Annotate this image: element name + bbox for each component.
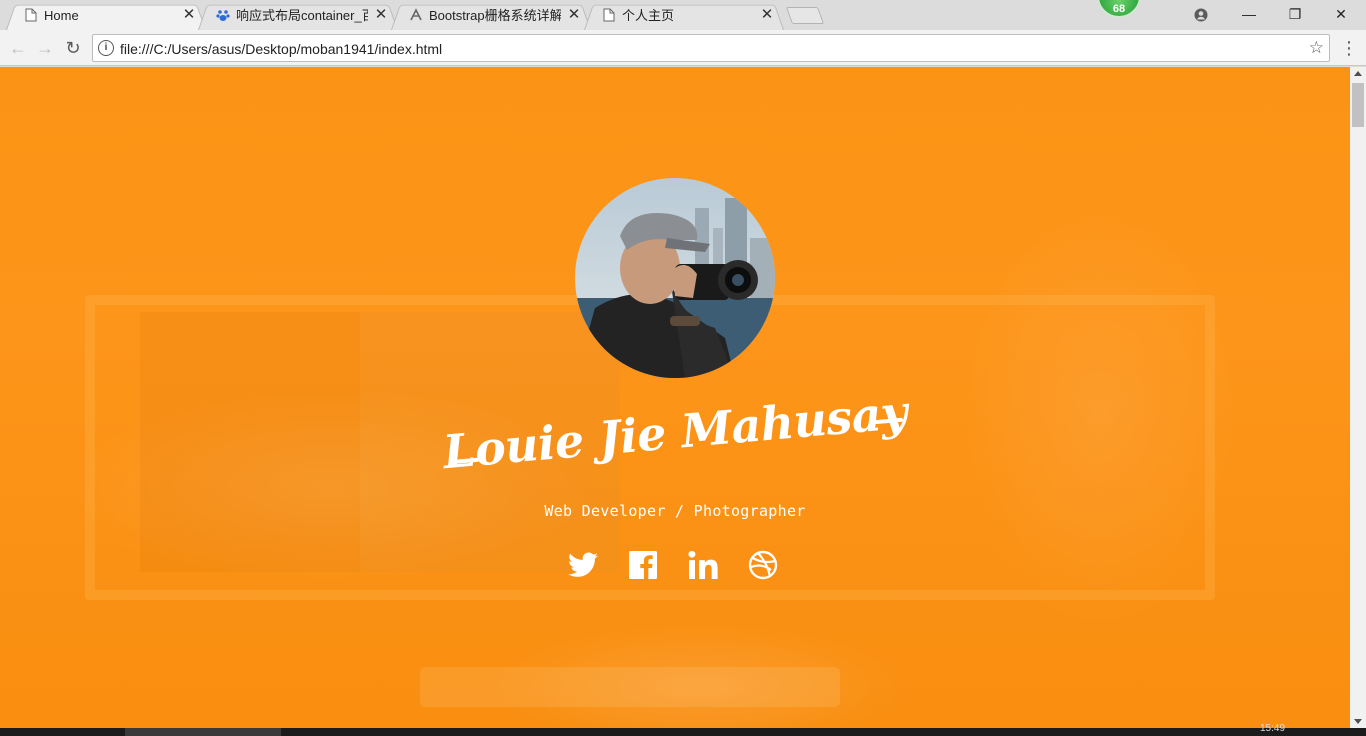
tab-strip: Home ✕ 响应式布局container_百 ✕ Bootstrap栅格系统详…: [0, 0, 1366, 30]
hero-subtitle: Web Developer / Photographer: [544, 502, 806, 520]
back-button[interactable]: ←: [6, 36, 30, 60]
menu-icon[interactable]: ⋮: [1340, 36, 1358, 60]
baidu-paw-icon: [216, 8, 230, 24]
tab-close-icon[interactable]: ✕: [566, 7, 582, 23]
tab-title: 个人主页: [622, 8, 675, 23]
tab-title: Bootstrap栅格系统详解: [429, 8, 561, 23]
forward-button[interactable]: →: [33, 36, 57, 60]
tab-title: Home: [44, 8, 79, 23]
facebook-icon[interactable]: [625, 547, 661, 583]
page-icon: [602, 8, 616, 24]
scroll-thumb[interactable]: [1352, 83, 1364, 127]
reload-button[interactable]: ↻: [61, 36, 85, 60]
new-tab-button[interactable]: [785, 7, 825, 24]
social-links: [565, 547, 785, 583]
info-icon[interactable]: i: [98, 40, 114, 56]
scroll-up-icon[interactable]: [1354, 71, 1362, 76]
page-scrollbar[interactable]: [1350, 67, 1366, 728]
avatar: [575, 178, 775, 378]
linkedin-icon[interactable]: [685, 547, 721, 583]
tab-home[interactable]: Home ✕: [6, 2, 206, 30]
scroll-down-icon[interactable]: [1354, 719, 1362, 724]
extension-badge[interactable]: 68: [1097, 0, 1141, 18]
tab-bootstrap[interactable]: Bootstrap栅格系统详解 ✕: [391, 2, 591, 30]
os-taskbar: 15:49: [0, 724, 1366, 736]
bootstrap-icon: [409, 8, 423, 24]
browser-toolbar: ← → ↻ i file:///C:/Users/asus/Desktop/mo…: [0, 30, 1366, 66]
account-icon[interactable]: [1178, 3, 1224, 25]
tab-close-icon[interactable]: ✕: [181, 7, 197, 23]
tab-close-icon[interactable]: ✕: [373, 7, 389, 23]
tab-close-icon[interactable]: ✕: [759, 7, 775, 23]
dribbble-icon[interactable]: [745, 547, 781, 583]
twitter-icon[interactable]: [565, 547, 601, 583]
restore-button[interactable]: ❐: [1272, 3, 1318, 25]
close-window-button[interactable]: ✕: [1318, 3, 1364, 25]
minimize-button[interactable]: —: [1226, 3, 1272, 25]
taskbar-clock: 15:49: [1260, 723, 1286, 734]
background-blur: [420, 667, 840, 707]
address-bar[interactable]: i file:///C:/Users/asus/Desktop/moban194…: [92, 34, 1330, 62]
page-viewport: Louie Jie Mahusay Web Developer / Photog…: [0, 67, 1350, 728]
tab-personal[interactable]: 个人主页 ✕: [584, 2, 784, 30]
tab-baidu[interactable]: 响应式布局container_百 ✕: [198, 2, 398, 30]
tab-title: 响应式布局container_百: [236, 8, 368, 23]
page-icon: [24, 8, 38, 24]
bookmark-star-icon[interactable]: ☆: [1309, 38, 1324, 58]
taskbar-active-item[interactable]: [125, 728, 281, 736]
url-text[interactable]: file:///C:/Users/asus/Desktop/moban1941/…: [120, 40, 442, 58]
